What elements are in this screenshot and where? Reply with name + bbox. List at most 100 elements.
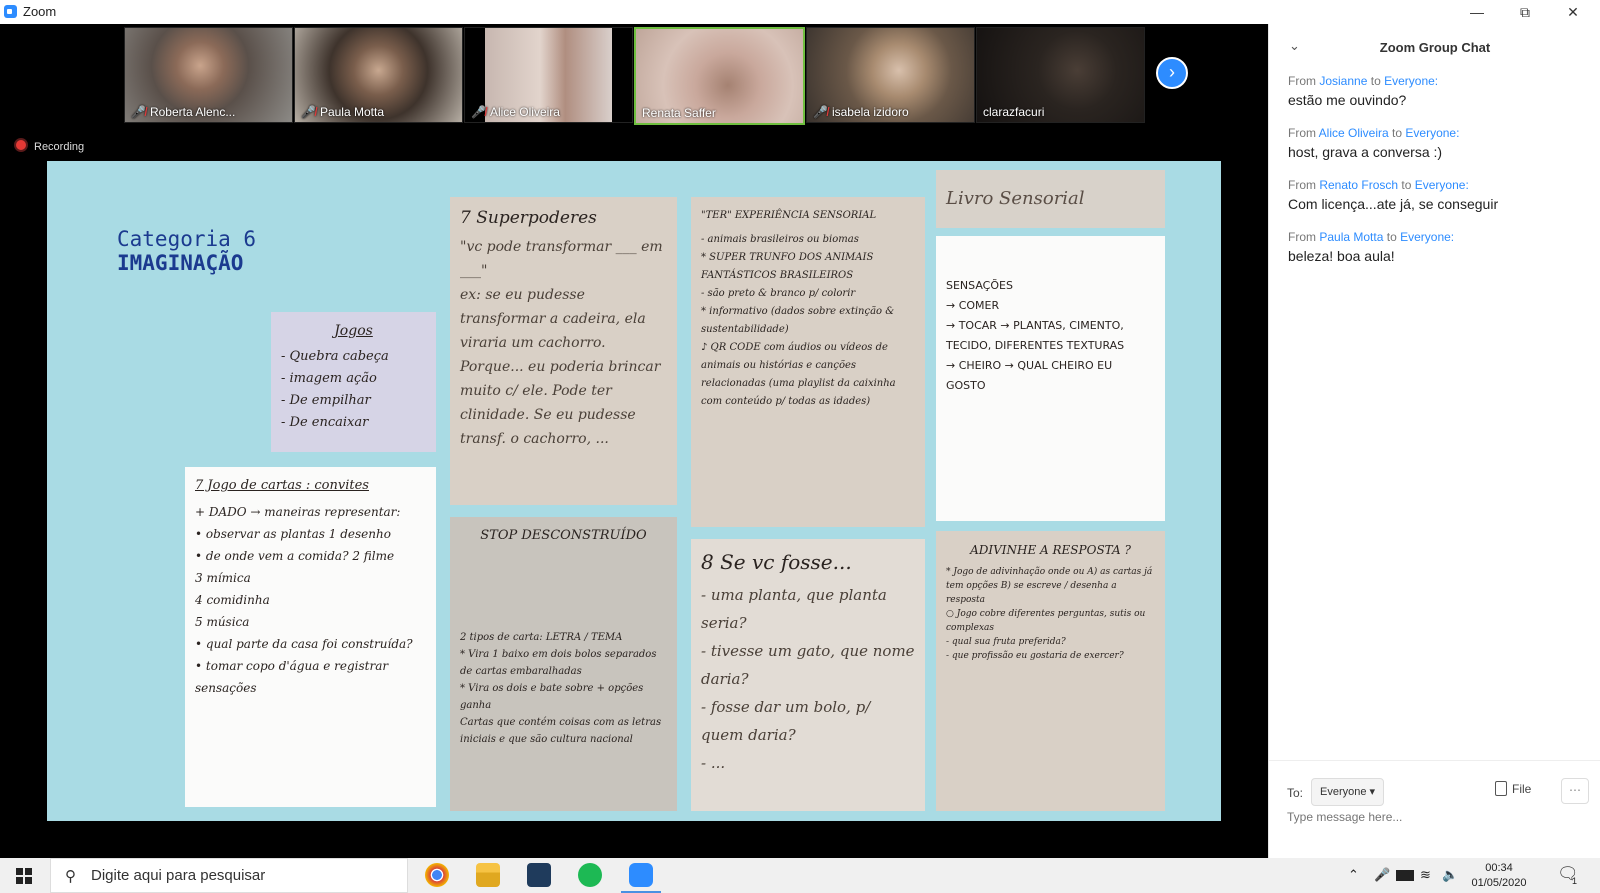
note-title: 7 Jogo de cartas : convites (195, 478, 369, 493)
chat-message: From Alice Oliveira to Everyone: host, g… (1288, 126, 1459, 160)
chrome-icon[interactable] (425, 863, 449, 887)
participant-tile[interactable]: 🎤̸ Paula Motta (294, 27, 463, 123)
recipient-name: Everyone: (1405, 126, 1460, 140)
participant-name: clarazfacuri (983, 105, 1045, 119)
sender-name[interactable]: Josianne (1319, 74, 1367, 88)
mic-muted-icon: 🎤̸ (471, 105, 486, 119)
search-placeholder: Digite aqui para pesquisar (91, 867, 266, 884)
store-icon[interactable] (527, 863, 551, 887)
recording-indicator: Recording (14, 138, 84, 153)
microphone-icon[interactable]: 🎤 (1374, 867, 1390, 883)
ellipsis-icon: ⋯ (1569, 783, 1581, 797)
recipient-name: Everyone: (1400, 230, 1455, 244)
chevron-up-icon[interactable]: ⌃ (1348, 867, 1359, 883)
from-prefix: From (1288, 230, 1316, 244)
note-se-vc-fosse: 8 Se vc fosse... - uma planta, que plant… (691, 539, 925, 811)
note-body: - Quebra cabeça - imagem ação - De empil… (281, 349, 389, 430)
mic-muted-icon: 🎤̸ (301, 105, 316, 119)
message-text: estão me ouvindo? (1288, 92, 1407, 108)
note-body: "vc pode transformar ___ em ___" ex: se … (460, 239, 663, 447)
recording-dot-icon (14, 138, 28, 152)
clock-date: 01/05/2020 (1471, 877, 1527, 889)
to-prefix: to (1370, 74, 1381, 88)
note-super-trunfo: "TER" EXPERIÊNCIA SENSORIAL - animais br… (691, 197, 925, 527)
clock-time: 00:34 (1485, 862, 1513, 874)
note-body: * Jogo de adivinhação onde ou A) as cart… (946, 567, 1153, 661)
participant-tile[interactable]: 🎤̸ Roberta Alenc... (124, 27, 293, 123)
next-participants-button[interactable]: › (1156, 57, 1188, 89)
recording-label: Recording (34, 141, 85, 153)
to-prefix: to (1392, 126, 1403, 140)
to-label: To: (1287, 786, 1304, 800)
from-prefix: From (1288, 126, 1316, 140)
note-body: - uma planta, que planta seria? - tivess… (701, 586, 915, 772)
mic-muted-icon: 🎤̸ (131, 105, 146, 119)
chat-panel: ⌄ Zoom Group Chat From Josianne to Every… (1268, 24, 1600, 858)
minimize-button[interactable]: — (1454, 0, 1500, 24)
note-livro-sensorial-title: Livro Sensorial (936, 170, 1165, 228)
note-jogos: Jogos - Quebra cabeça - imagem ação - De… (271, 312, 436, 452)
sender-name[interactable]: Alice Oliveira (1319, 126, 1389, 140)
title-bar: Zoom — ⧉ ✕ (0, 0, 1600, 24)
category-name: IMAGINAÇÃO (117, 251, 244, 275)
note-livro-sensorial: SENSAÇÕES → COMER → TOCAR → PLANTAS, CIM… (936, 236, 1165, 521)
participant-tile-active-speaker[interactable]: Renata Saffer (634, 27, 805, 125)
restore-button[interactable]: ⧉ (1502, 0, 1548, 24)
windows-start-button[interactable] (16, 868, 32, 884)
note-title: STOP DESCONSTRUÍDO (480, 528, 647, 543)
system-clock[interactable]: 00:34 01/05/2020 (1466, 861, 1532, 891)
participant-name: Roberta Alenc... (149, 105, 236, 119)
shared-screen-slide: Categoria 6 IMAGINAÇÃO Jogos - Quebra ca… (47, 161, 1221, 821)
recipient-select[interactable]: Everyone ▾ (1311, 778, 1385, 806)
participant-tile[interactable]: 🎤̸ isabela izidoro (806, 27, 975, 123)
participant-name: Alice Oliveira (489, 105, 560, 119)
file-explorer-icon[interactable] (476, 863, 500, 887)
mic-muted-icon: 🎤̸ (813, 105, 828, 119)
participant-tile[interactable]: clarazfacuri (976, 27, 1145, 123)
chat-title: Zoom Group Chat (1379, 40, 1491, 55)
note-stop-desconstruido: STOP DESCONSTRUÍDO 2 tipos de carta: LET… (450, 517, 677, 811)
file-icon (1495, 781, 1507, 796)
participant-name: Paula Motta (319, 105, 384, 119)
recipient-name: Everyone: (1384, 74, 1439, 88)
recipient-select-value: Everyone (1320, 786, 1367, 798)
volume-icon[interactable]: 🔈 (1442, 867, 1458, 883)
file-button[interactable]: File (1495, 781, 1531, 796)
zoom-logo-icon (4, 5, 17, 18)
wifi-icon[interactable]: ≋ (1420, 867, 1431, 883)
note-body: + DADO → maneiras representar: • observa… (195, 505, 413, 695)
search-icon: ⚲ (65, 868, 76, 885)
notification-count: 1 (1572, 876, 1578, 886)
message-input[interactable] (1285, 809, 1579, 825)
participant-name: isabela izidoro (831, 105, 909, 119)
file-label: File (1512, 782, 1532, 796)
recipient-name: Everyone: (1414, 178, 1469, 192)
note-body: 2 tipos de carta: LETRA / TEMA * Vira 1 … (460, 632, 662, 745)
sender-name[interactable]: Paula Motta (1319, 230, 1383, 244)
note-jogo-de-cartas: 7 Jogo de cartas : convites + DADO → man… (185, 467, 436, 807)
category-number: Categoria 6 (117, 227, 257, 251)
note-adivinhe: ADIVINHE A RESPOSTA ? * Jogo de adivinha… (936, 531, 1165, 811)
participant-name: Renata Saffer (642, 106, 716, 120)
note-title: "TER" EXPERIÊNCIA SENSORIAL (701, 210, 877, 221)
chat-message: From Josianne to Everyone: estão me ouvi… (1288, 74, 1438, 108)
chat-header: ⌄ Zoom Group Chat (1269, 24, 1600, 70)
windows-taskbar: ⚲ Digite aqui para pesquisar ⌃ 🎤 ≋ 🔈 00:… (0, 858, 1600, 893)
note-title: 7 Superpoderes (460, 208, 597, 228)
close-button[interactable]: ✕ (1550, 0, 1596, 24)
participant-tile[interactable]: 🎤̸ Alice Oliveira (464, 27, 633, 123)
zoom-icon[interactable] (621, 863, 661, 893)
from-prefix: From (1288, 178, 1316, 192)
to-prefix: to (1386, 230, 1397, 244)
note-superpoderes: 7 Superpoderes "vc pode transformar ___ … (450, 197, 677, 505)
chat-message: From Paula Motta to Everyone: beleza! bo… (1288, 230, 1454, 264)
more-options-button[interactable]: ⋯ (1561, 778, 1589, 804)
to-prefix: to (1401, 178, 1412, 192)
spotify-icon[interactable] (578, 863, 602, 887)
chat-message: From Renato Frosch to Everyone: Com lice… (1288, 178, 1498, 212)
chevron-down-icon: ▾ (1369, 786, 1376, 798)
sender-name[interactable]: Renato Frosch (1319, 178, 1398, 192)
taskbar-search-box[interactable]: ⚲ Digite aqui para pesquisar (50, 858, 408, 893)
battery-icon[interactable] (1396, 870, 1414, 881)
slide-heading: Categoria 6 IMAGINAÇÃO (117, 227, 256, 275)
